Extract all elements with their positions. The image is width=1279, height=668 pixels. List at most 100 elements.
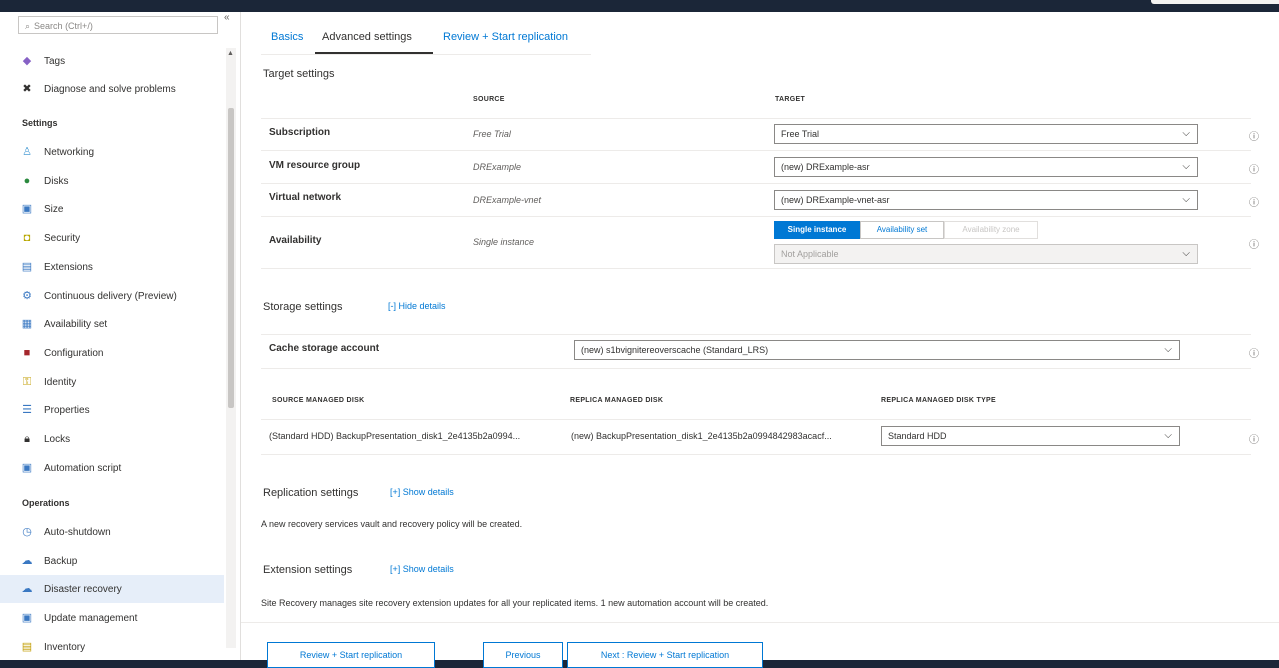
row-divider xyxy=(261,183,1251,184)
configuration-icon: ■ xyxy=(23,346,31,359)
sidebar-item-disks[interactable]: ● Disks xyxy=(18,168,69,194)
col-replica-disk-header: REPLICA MANAGED DISK xyxy=(570,397,664,404)
sidebar-item-label: Continuous delivery (Preview) xyxy=(44,290,177,302)
row-divider xyxy=(261,118,1251,119)
sidebar-item-auto-shutdown[interactable]: ◷ Auto-shutdown xyxy=(18,519,111,545)
replica-disk-cell: (new) BackupPresentation_disk1_2e4135b2a… xyxy=(571,431,832,441)
sidebar-item-size[interactable]: ▣ Size xyxy=(18,196,64,222)
extension-show-details-link[interactable]: [+] Show details xyxy=(390,564,454,574)
clock-icon: ◷ xyxy=(22,526,32,538)
subscription-dropdown[interactable]: Free Trial ⌵ xyxy=(774,124,1198,144)
replication-description: A new recovery services vault and recove… xyxy=(261,519,523,529)
collapse-sidebar-icon[interactable]: « xyxy=(224,12,230,23)
tab-advanced-settings[interactable]: Advanced settings xyxy=(322,31,412,43)
sidebar-item-locks[interactable]: 🔒︎ Locks xyxy=(18,426,70,452)
availability-option-availability-set[interactable]: Availability set xyxy=(860,221,944,239)
info-icon[interactable]: ⓘ xyxy=(1249,431,1259,446)
info-icon[interactable]: ⓘ xyxy=(1249,236,1259,251)
sidebar-item-security[interactable]: ◘ Security xyxy=(18,225,80,251)
sidebar-item-label: Update management xyxy=(44,613,138,625)
chevron-down-icon: ⌵ xyxy=(1164,344,1172,355)
virtual-network-source: DRExample-vnet xyxy=(473,195,542,205)
sidebar-item-availability-set[interactable]: ▦ Availability set xyxy=(18,311,107,337)
sidebar-item-networking[interactable]: ♙ Networking xyxy=(18,139,94,165)
tab-review-start-replication[interactable]: Review + Start replication xyxy=(443,31,568,43)
identity-icon: ⚿ xyxy=(22,375,32,388)
scroll-up-icon[interactable]: ▲ xyxy=(227,50,234,57)
sidebar-item-automation-script[interactable]: ▣ Automation script xyxy=(18,455,121,481)
networking-icon: ♙ xyxy=(22,146,32,158)
vm-resource-group-dropdown[interactable]: (new) DRExample-asr ⌵ xyxy=(774,157,1198,177)
automation-script-icon: ▣ xyxy=(21,461,33,474)
replication-settings-title: Replication settings xyxy=(263,487,359,499)
row-divider xyxy=(261,368,1251,369)
next-review-start-replication-button[interactable]: Next : Review + Start replication xyxy=(567,642,763,668)
tab-basics[interactable]: Basics xyxy=(271,31,303,43)
chevron-down-icon: ⌵ xyxy=(1164,430,1172,441)
disks-icon: ● xyxy=(23,174,31,187)
update-management-icon: ▣ xyxy=(21,612,33,625)
storage-hide-details-link[interactable]: [-] Hide details xyxy=(388,301,446,311)
cache-storage-account-dropdown[interactable]: (new) s1bvignitereoverscache (Standard_L… xyxy=(574,340,1180,360)
virtual-network-dropdown[interactable]: (new) DRExample-vnet-asr ⌵ xyxy=(774,190,1198,210)
sidebar-item-label: Networking xyxy=(44,147,95,158)
info-icon[interactable]: ⓘ xyxy=(1249,194,1259,209)
properties-icon: ☰ xyxy=(22,404,32,417)
sidebar-item-label: Extensions xyxy=(44,261,93,273)
vm-resource-group-value: (new) DRExample-asr xyxy=(781,162,870,172)
replica-disk-type-dropdown[interactable]: Standard HDD ⌵ xyxy=(881,426,1180,446)
review-start-replication-button[interactable]: Review + Start replication xyxy=(267,642,435,668)
inventory-icon: ▤ xyxy=(21,640,33,653)
sidebar-item-label: Diagnose and solve problems xyxy=(44,84,176,95)
sidebar-item-diagnose-and-solve-problems[interactable]: ✖ Diagnose and solve problems xyxy=(18,76,176,102)
availability-option-single-instance[interactable]: Single instance xyxy=(774,221,860,239)
row-divider xyxy=(261,150,1251,151)
sidebar-search-input[interactable]: ⌕ Search (Ctrl+/) xyxy=(18,16,218,34)
search-placeholder: Search (Ctrl+/) xyxy=(34,21,93,31)
info-icon[interactable]: ⓘ xyxy=(1249,161,1259,176)
sidebar-item-inventory[interactable]: ▤ Inventory xyxy=(18,634,85,660)
vm-resource-group-source: DRExample xyxy=(473,162,522,172)
info-icon[interactable]: ⓘ xyxy=(1249,345,1259,360)
chevron-down-icon: ⌵ xyxy=(1182,128,1190,139)
sidebar-item-backup[interactable]: ☁ Backup xyxy=(18,548,78,574)
search-icon: ⌕ xyxy=(25,21,31,31)
sidebar-item-identity[interactable]: ⚿ Identity xyxy=(18,369,76,395)
sidebar-item-properties[interactable]: ☰ Properties xyxy=(18,397,90,423)
virtual-network-value: (new) DRExample-vnet-asr xyxy=(781,195,890,205)
lock-icon: 🔒︎ xyxy=(24,433,30,445)
continuous-delivery-icon: ⚙ xyxy=(22,289,32,302)
availability-dropdown: Not Applicable ⌵ xyxy=(774,244,1198,264)
active-tab-indicator xyxy=(315,52,433,54)
sidebar-item-extensions[interactable]: ▤ Extensions xyxy=(18,254,93,280)
shield-icon: ◘ xyxy=(23,232,31,245)
subscription-value: Free Trial xyxy=(781,129,820,139)
target-settings-title: Target settings xyxy=(263,68,335,80)
replication-show-details-link[interactable]: [+] Show details xyxy=(390,487,454,497)
wrench-icon: ✖ xyxy=(22,83,32,95)
subscription-label: Subscription xyxy=(269,127,331,138)
sidebar-item-tags[interactable]: ◆ Tags xyxy=(18,48,65,74)
sidebar-scrollbar[interactable]: ▲ xyxy=(226,48,236,648)
tab-divider xyxy=(261,54,591,55)
extension-settings-title: Extension settings xyxy=(263,564,353,576)
top-bar xyxy=(0,0,1279,12)
extension-description: Site Recovery manages site recovery exte… xyxy=(261,598,769,608)
sidebar-item-update-management[interactable]: ▣ Update management xyxy=(18,605,138,631)
sidebar-item-disaster-recovery[interactable]: ☁ Disaster recovery xyxy=(18,576,122,602)
col-replica-disk-type-header: REPLICA MANAGED DISK TYPE xyxy=(881,397,996,404)
sidebar-item-continuous-delivery-preview[interactable]: ⚙ Continuous delivery (Preview) xyxy=(18,283,177,309)
sidebar-item-label: Locks xyxy=(44,434,71,445)
virtual-network-label: Virtual network xyxy=(269,192,342,203)
section-settings-heading: Settings xyxy=(22,118,58,128)
sidebar-item-label: Automation script xyxy=(44,462,122,474)
backup-icon: ☁ xyxy=(21,554,33,567)
disaster-recovery-icon: ☁ xyxy=(21,583,33,596)
subscription-source: Free Trial xyxy=(473,129,511,139)
previous-button[interactable]: Previous xyxy=(483,642,563,668)
sidebar-item-configuration[interactable]: ■ Configuration xyxy=(18,340,104,366)
top-search-box[interactable] xyxy=(1151,0,1279,4)
scrollbar-thumb[interactable] xyxy=(228,108,234,408)
row-divider xyxy=(261,268,1251,269)
info-icon[interactable]: ⓘ xyxy=(1249,128,1259,143)
